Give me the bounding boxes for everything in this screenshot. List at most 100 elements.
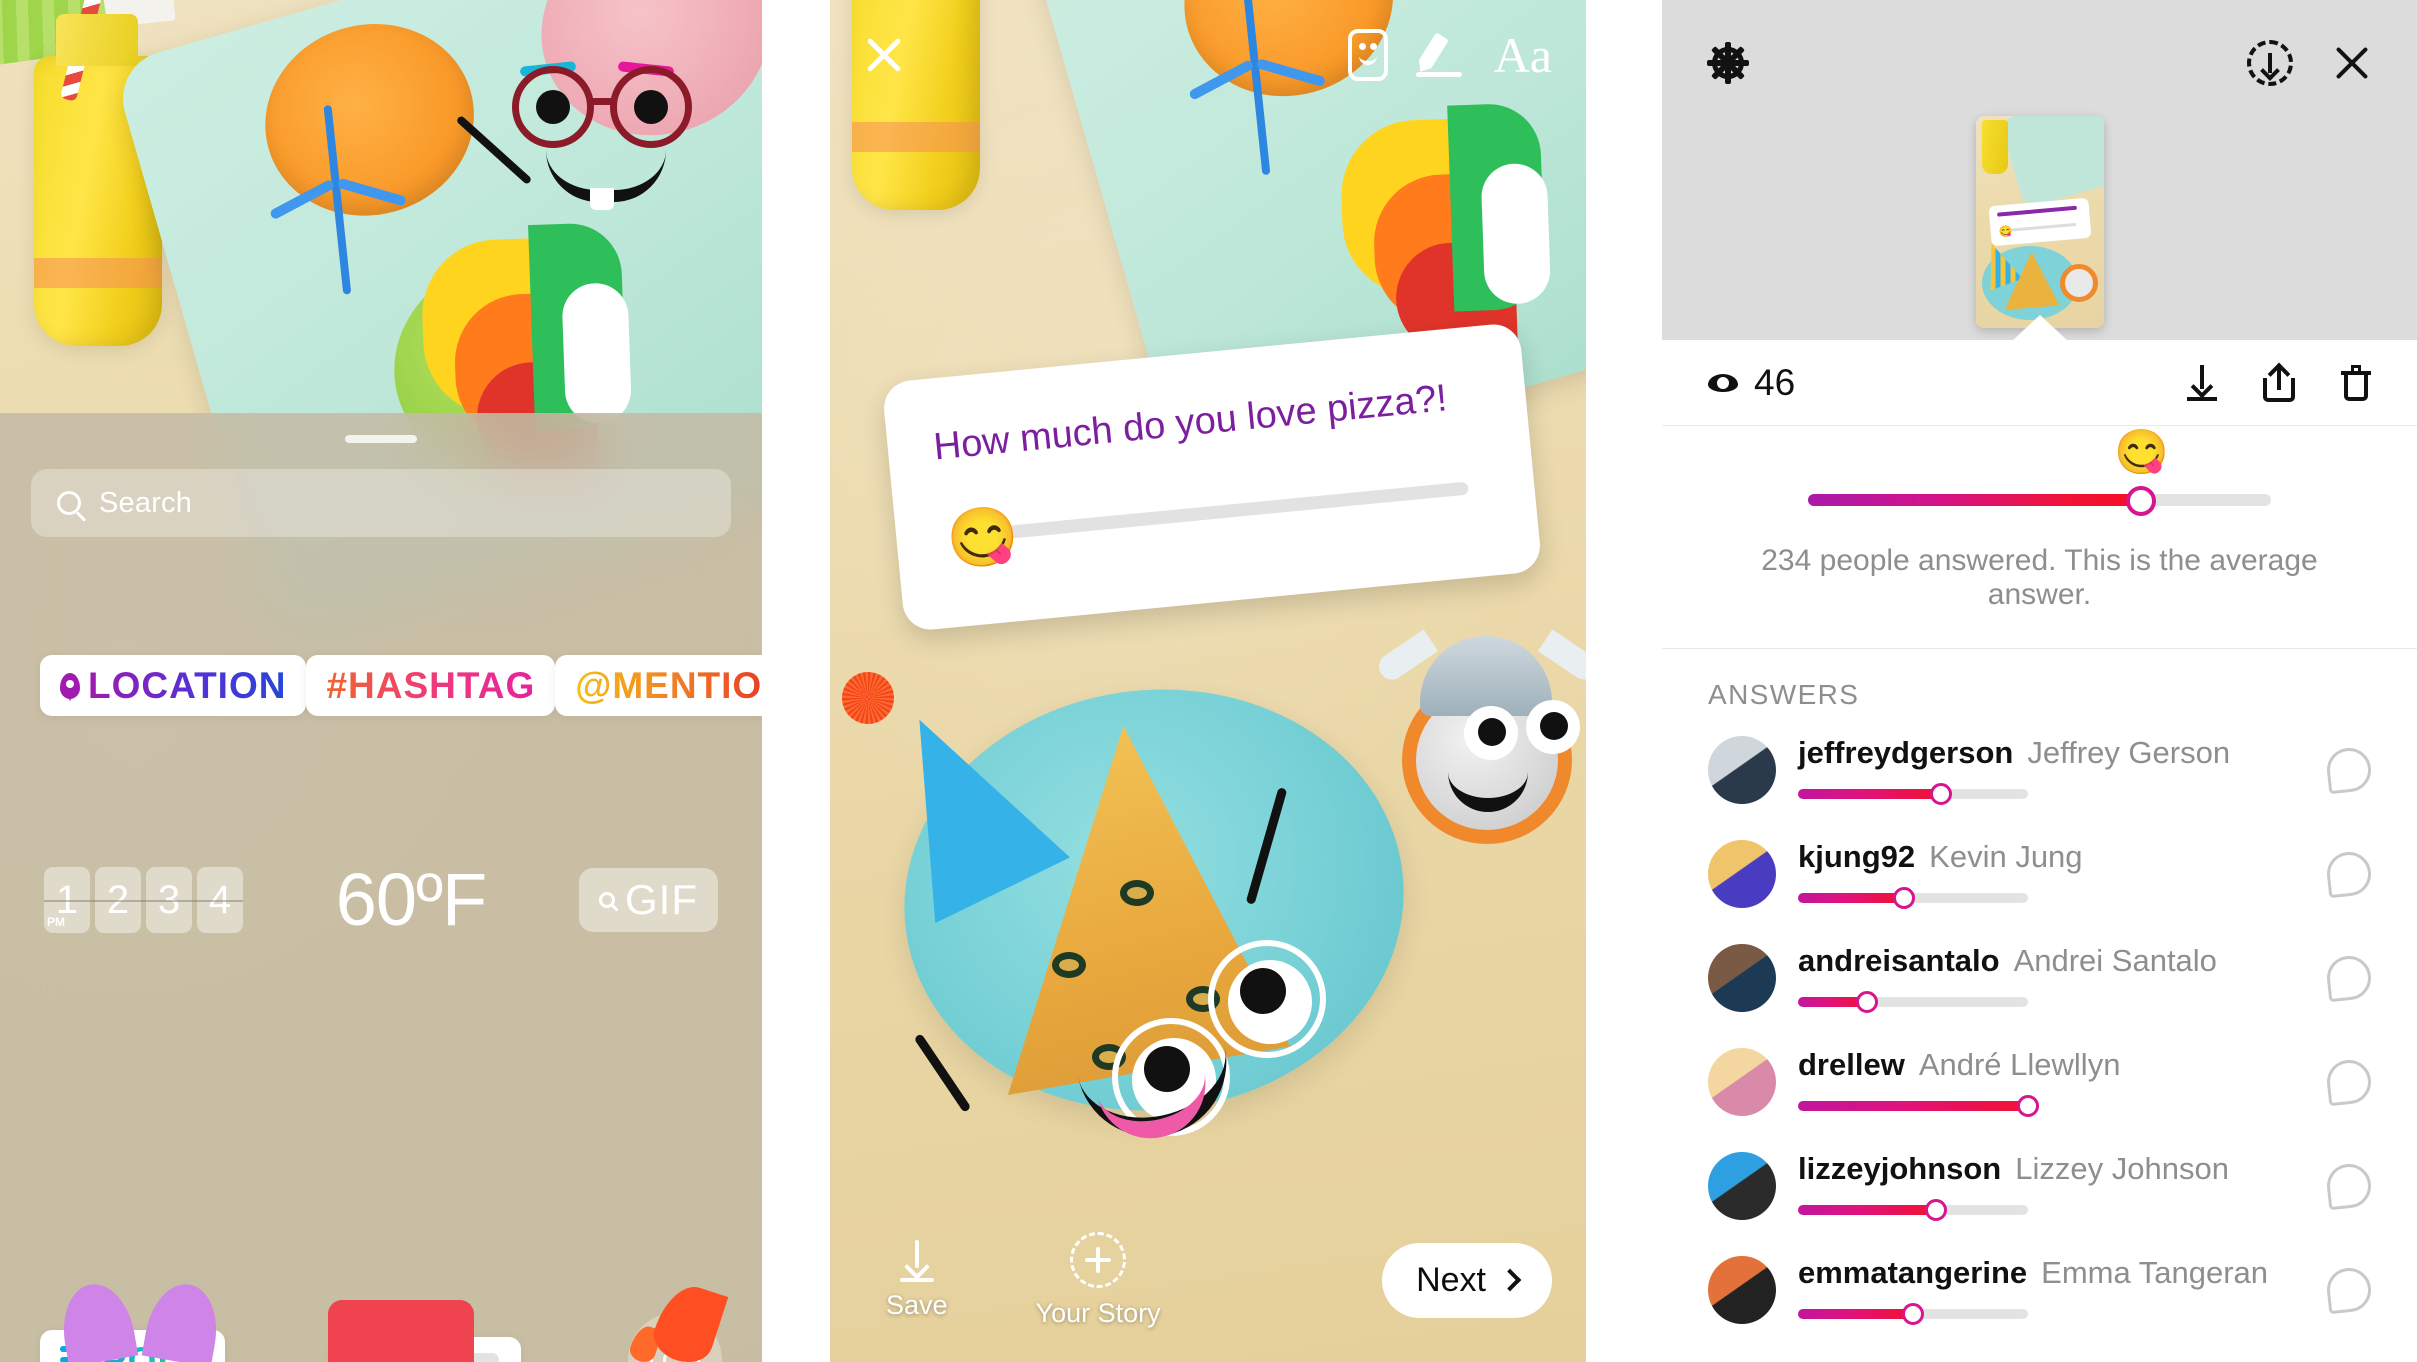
avatar[interactable]: [1708, 944, 1776, 1012]
answer-slider-knob: [2017, 1095, 2039, 1117]
insights-header-row: [1662, 0, 2417, 86]
olive-2: [1052, 952, 1086, 978]
answer-names: drellew André Llewllyn: [1798, 1047, 2305, 1083]
next-label: Next: [1416, 1260, 1486, 1299]
answer-fullname: Kevin Jung: [1929, 839, 2083, 874]
answer-content: kjung92 Kevin Jung: [1798, 839, 2305, 909]
flame-sticker-peek[interactable]: [647, 1278, 729, 1362]
story-actions: [2187, 362, 2371, 402]
answer-slider-knob: [1925, 1199, 1947, 1221]
answers-section-header: ANSWERS: [1708, 679, 1860, 710]
answer-username[interactable]: emmatangerine: [1798, 1255, 2027, 1291]
answer-row[interactable]: andreisantalo Andrei Santalo: [1662, 929, 2417, 1033]
share-icon[interactable]: [2263, 362, 2295, 402]
answer-username[interactable]: jeffreydgerson: [1798, 735, 2013, 771]
answer-username[interactable]: lizzeyjohnson: [1798, 1151, 2001, 1187]
sticker-row-peek: [0, 1278, 762, 1362]
sticker-hashtag[interactable]: #HASHTAG: [306, 655, 556, 716]
red-sticker-peek[interactable]: [328, 1300, 474, 1362]
close-icon[interactable]: [864, 35, 904, 75]
pizza-eye-right: [1208, 940, 1326, 1058]
sticker-temperature[interactable]: 60ºF: [336, 863, 488, 937]
panel-story-insights: 😋 46 😋 234 people answered. This is the …: [1662, 0, 2417, 1362]
answer-username[interactable]: andreisantalo: [1798, 943, 2000, 979]
views-count: 46: [1754, 361, 1796, 403]
gear-icon[interactable]: [1707, 42, 1749, 84]
avatar[interactable]: [1708, 736, 1776, 804]
can-pupil-left: [1478, 718, 1506, 746]
answer-slider: [1798, 887, 2028, 909]
answer-names: lizzeyjohnson Lizzey Johnson: [1798, 1151, 2305, 1187]
story-thumbnail[interactable]: 😋: [1975, 116, 2104, 328]
download-icon[interactable]: [2187, 364, 2217, 401]
delete-icon[interactable]: [2341, 364, 2371, 401]
save-button[interactable]: Save: [886, 1239, 948, 1321]
answer-row[interactable]: emmatangerine Emma Tangeran: [1662, 1241, 2417, 1345]
your-story-label: Your Story: [1035, 1297, 1161, 1328]
reply-bubble-icon[interactable]: [2324, 849, 2374, 899]
donut-face-doodle: [455, 40, 746, 220]
sticker-row-tags: LOCATION #HASHTAG @MENTION: [0, 655, 762, 716]
reply-bubble-icon[interactable]: [2324, 1161, 2374, 1211]
ears-sticker-peek-2[interactable]: [141, 1278, 225, 1362]
add-story-plus-icon: [1070, 1231, 1127, 1288]
answer-slider: [1798, 1303, 2028, 1325]
answer-row[interactable]: jeffreydgerson Jeffrey Gerson: [1662, 721, 2417, 825]
search-input[interactable]: Search: [31, 469, 731, 537]
eye-pupil: [1240, 968, 1286, 1014]
average-slider-knob[interactable]: [2126, 486, 2157, 516]
ears-sticker-peek[interactable]: [55, 1278, 139, 1362]
sticker-mention-label: @MENTION: [575, 667, 762, 704]
answer-content: emmatangerine Emma Tangeran: [1798, 1255, 2305, 1325]
reply-bubble-icon[interactable]: [2324, 1057, 2374, 1107]
average-slider-emoji: 😋: [2113, 428, 2169, 477]
chevron-right-icon: [1498, 1268, 1522, 1292]
text-aa-icon[interactable]: Aa: [1494, 30, 1552, 80]
eye-icon: [1708, 373, 1738, 392]
avatar[interactable]: [1708, 1152, 1776, 1220]
pupil-right: [634, 90, 668, 124]
download-circle-icon[interactable]: [2247, 40, 2293, 86]
sticker-face-icon[interactable]: [1347, 29, 1388, 81]
screenshot-root: Search LOCATION #HASHTAG @MENTION 1 2: [0, 0, 2417, 1362]
avatar[interactable]: [1708, 840, 1776, 908]
party-hat-pompom: [842, 672, 894, 724]
sticker-location[interactable]: LOCATION: [40, 655, 307, 716]
next-button[interactable]: Next: [1382, 1242, 1552, 1318]
bottle-band: [852, 122, 980, 152]
close-icon[interactable]: [2333, 44, 2371, 82]
reply-bubble-icon[interactable]: [2324, 1265, 2374, 1315]
location-pin-icon: [60, 672, 80, 699]
search-icon: [57, 491, 81, 515]
slider-track[interactable]: [1003, 481, 1469, 540]
wedge-white: [561, 282, 633, 425]
answer-slider-knob: [1902, 1303, 1924, 1325]
answer-row[interactable]: lizzeyjohnson Lizzey Johnson: [1662, 1137, 2417, 1241]
draw-pen-icon[interactable]: [1418, 31, 1464, 79]
reply-bubble-icon[interactable]: [2324, 953, 2374, 1003]
avatar[interactable]: [1708, 1048, 1776, 1116]
sticker-gif-button[interactable]: GIF: [578, 868, 718, 932]
sticker-mention[interactable]: @MENTION: [555, 655, 762, 716]
panel-gap-1: [762, 0, 830, 1362]
answer-slider: [1798, 1095, 2039, 1117]
answer-username[interactable]: drellew: [1798, 1047, 1905, 1083]
answer-row[interactable]: drellew André Llewllyn: [1662, 1033, 2417, 1137]
answer-fullname: Andrei Santalo: [2013, 943, 2217, 978]
answer-row[interactable]: kjung92 Kevin Jung: [1662, 825, 2417, 929]
can-pupil-right: [1540, 712, 1568, 740]
answer-content: andreisantalo Andrei Santalo: [1798, 943, 2305, 1013]
your-story-button[interactable]: Your Story: [1035, 1231, 1161, 1329]
answer-names: emmatangerine Emma Tangeran: [1798, 1255, 2305, 1291]
sheet-grabber[interactable]: [345, 435, 417, 443]
answer-username[interactable]: kjung92: [1798, 839, 1915, 875]
slider-emoji-knob[interactable]: 😋: [944, 501, 1022, 576]
avatar[interactable]: [1708, 1256, 1776, 1324]
sticker-hashtag-label: #HASHTAG: [326, 665, 536, 706]
donut-tooth: [590, 188, 614, 210]
sticker-clock[interactable]: 1 2 3 4: [44, 867, 243, 933]
average-slider[interactable]: 😋: [1708, 428, 2371, 522]
reply-bubble-icon[interactable]: [2324, 745, 2374, 795]
answer-names: andreisantalo Andrei Santalo: [1798, 943, 2305, 979]
answer-slider-fill: [1798, 789, 1941, 799]
